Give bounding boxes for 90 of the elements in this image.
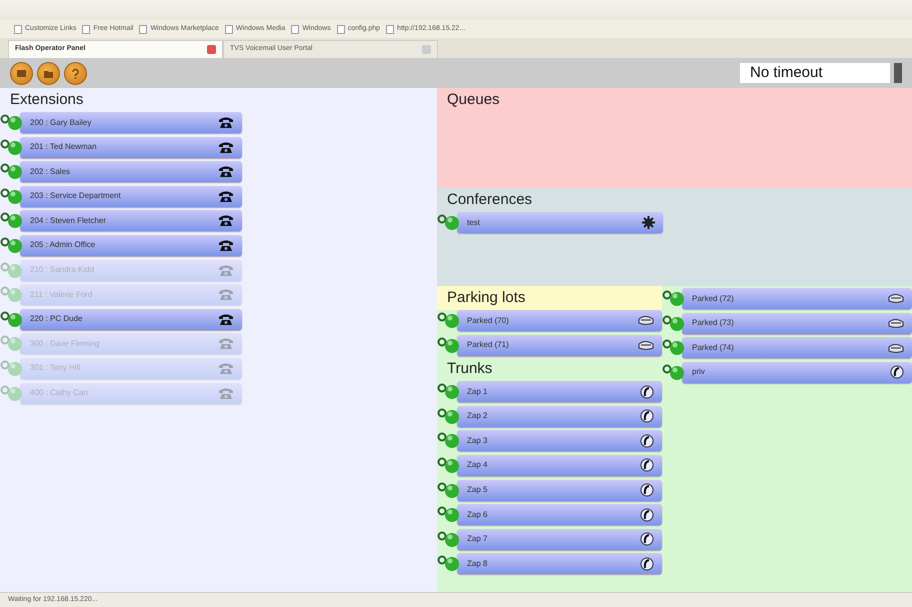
channel-label: 220 : PC Dude bbox=[30, 313, 84, 326]
phone-icon bbox=[218, 288, 234, 302]
channel-bar[interactable]: Zap 1 bbox=[457, 381, 662, 402]
phone-icon bbox=[218, 386, 234, 400]
channel-bar[interactable]: 202 : Sales bbox=[20, 161, 242, 182]
channel-bar[interactable]: Zap 4 bbox=[457, 454, 662, 476]
phone-handset-icon bbox=[640, 384, 654, 399]
channel-label: Parked (73) bbox=[692, 317, 735, 330]
section-title: Queues bbox=[447, 90, 501, 110]
section-title: Parking lots bbox=[437, 286, 662, 310]
channel-label: 301 : Tony Hill bbox=[30, 362, 82, 374]
channel-label: Zap 8 bbox=[467, 558, 488, 570]
phone-icon bbox=[218, 264, 234, 277]
window-button[interactable] bbox=[10, 62, 33, 84]
page-icon bbox=[82, 24, 90, 34]
phone-handset-icon bbox=[640, 409, 654, 424]
help-button[interactable] bbox=[64, 62, 87, 84]
phone-icon bbox=[218, 190, 234, 203]
phone-handset-icon bbox=[640, 483, 654, 498]
channel-bar[interactable]: Parked (72) bbox=[682, 288, 912, 309]
gear-icon bbox=[642, 216, 655, 229]
window-icon bbox=[16, 68, 27, 78]
page-icon bbox=[14, 24, 22, 34]
section-title: Conferences bbox=[447, 190, 534, 210]
timeout-field[interactable]: No timeout bbox=[740, 63, 890, 83]
phone-handset-icon bbox=[640, 532, 654, 546]
page-icon bbox=[224, 24, 233, 34]
channel-bar[interactable]: Zap 6 bbox=[457, 504, 662, 526]
channel-label: 211 : Valerie Ford bbox=[30, 288, 94, 301]
phone-icon bbox=[218, 116, 234, 129]
channel-label: Parked (74) bbox=[692, 342, 735, 354]
channel-label: Zap 2 bbox=[467, 410, 488, 422]
channel-bar[interactable]: 200 : Gary Bailey bbox=[20, 112, 242, 133]
phone-handset-icon bbox=[640, 508, 654, 522]
channel-label: 204 : Steven Fletcher bbox=[30, 214, 108, 227]
phone-icon bbox=[218, 238, 234, 252]
channel-label: priv bbox=[692, 366, 706, 378]
channel-bar[interactable]: 220 : PC Dude bbox=[20, 308, 242, 330]
channel-label: Parked (72) bbox=[692, 292, 735, 304]
channel-label: Parked (71) bbox=[467, 339, 510, 352]
phone-icon bbox=[218, 337, 234, 350]
channel-label: test bbox=[467, 216, 481, 228]
channel-label: 201 : Ted Newman bbox=[30, 141, 98, 154]
channel-label: Parked (70) bbox=[467, 314, 510, 326]
channel-bar[interactable]: 201 : Ted Newman bbox=[20, 136, 242, 158]
channel-bar[interactable]: Zap 3 bbox=[457, 430, 662, 452]
channel-bar[interactable]: Zap 2 bbox=[457, 406, 662, 427]
page-icon bbox=[139, 24, 148, 34]
channel-label: Zap 5 bbox=[467, 484, 488, 496]
page-icon bbox=[386, 24, 394, 34]
phone-icon bbox=[218, 214, 234, 228]
page-icon bbox=[291, 24, 300, 34]
channel-bar[interactable]: priv bbox=[682, 362, 912, 383]
channel-label: Zap 3 bbox=[467, 434, 488, 447]
channel-bar[interactable]: Parked (71) bbox=[457, 334, 662, 356]
phone-icon bbox=[218, 140, 234, 154]
phone-icon bbox=[218, 165, 234, 178]
channel-bar[interactable]: Zap 7 bbox=[457, 528, 662, 550]
channel-bar[interactable]: 204 : Steven Fletcher bbox=[20, 210, 242, 232]
phone-icon bbox=[218, 362, 234, 375]
folder-button[interactable] bbox=[37, 62, 60, 84]
channel-bar[interactable]: Parked (70) bbox=[457, 310, 662, 331]
channel-label: Zap 1 bbox=[467, 386, 488, 398]
close-icon[interactable] bbox=[207, 45, 216, 54]
section-title: Extensions bbox=[10, 90, 84, 110]
section-title: Trunks bbox=[446, 359, 494, 380]
channel-bar[interactable]: 205 : Admin Office bbox=[20, 234, 242, 256]
channel-bar[interactable]: test bbox=[457, 212, 663, 233]
phone-icon bbox=[218, 312, 234, 326]
channel-label: 200 : Gary Bailey bbox=[30, 116, 92, 128]
channel-label: 203 : Service Department bbox=[30, 190, 122, 202]
question-mark-icon bbox=[70, 68, 81, 78]
channel-label: Zap 4 bbox=[467, 459, 488, 472]
phone-handset-icon bbox=[640, 556, 654, 571]
channel-label: 210 : Sandra Kidd bbox=[30, 264, 96, 276]
channel-bar[interactable]: Parked (74) bbox=[682, 337, 912, 358]
channel-label: 202 : Sales bbox=[30, 166, 72, 178]
channel-label: 400 : Cathy Carr bbox=[30, 387, 90, 400]
channel-bar[interactable]: Zap 5 bbox=[457, 480, 662, 501]
channel-label: 205 : Admin Office bbox=[30, 239, 96, 252]
channel-bar[interactable]: 203 : Service Department bbox=[20, 186, 242, 207]
channel-bar[interactable]: Zap 8 bbox=[457, 553, 662, 574]
channel-label: 300 : Dave Fleming bbox=[30, 338, 100, 350]
phone-handset-icon bbox=[640, 434, 654, 448]
phone-handset-icon bbox=[890, 365, 904, 380]
channel-label: Zap 6 bbox=[467, 508, 488, 521]
page-icon bbox=[336, 24, 345, 34]
phone-handset-icon bbox=[640, 458, 654, 472]
channel-bar[interactable]: Parked (73) bbox=[682, 312, 912, 334]
channel-label: Zap 7 bbox=[467, 533, 488, 546]
